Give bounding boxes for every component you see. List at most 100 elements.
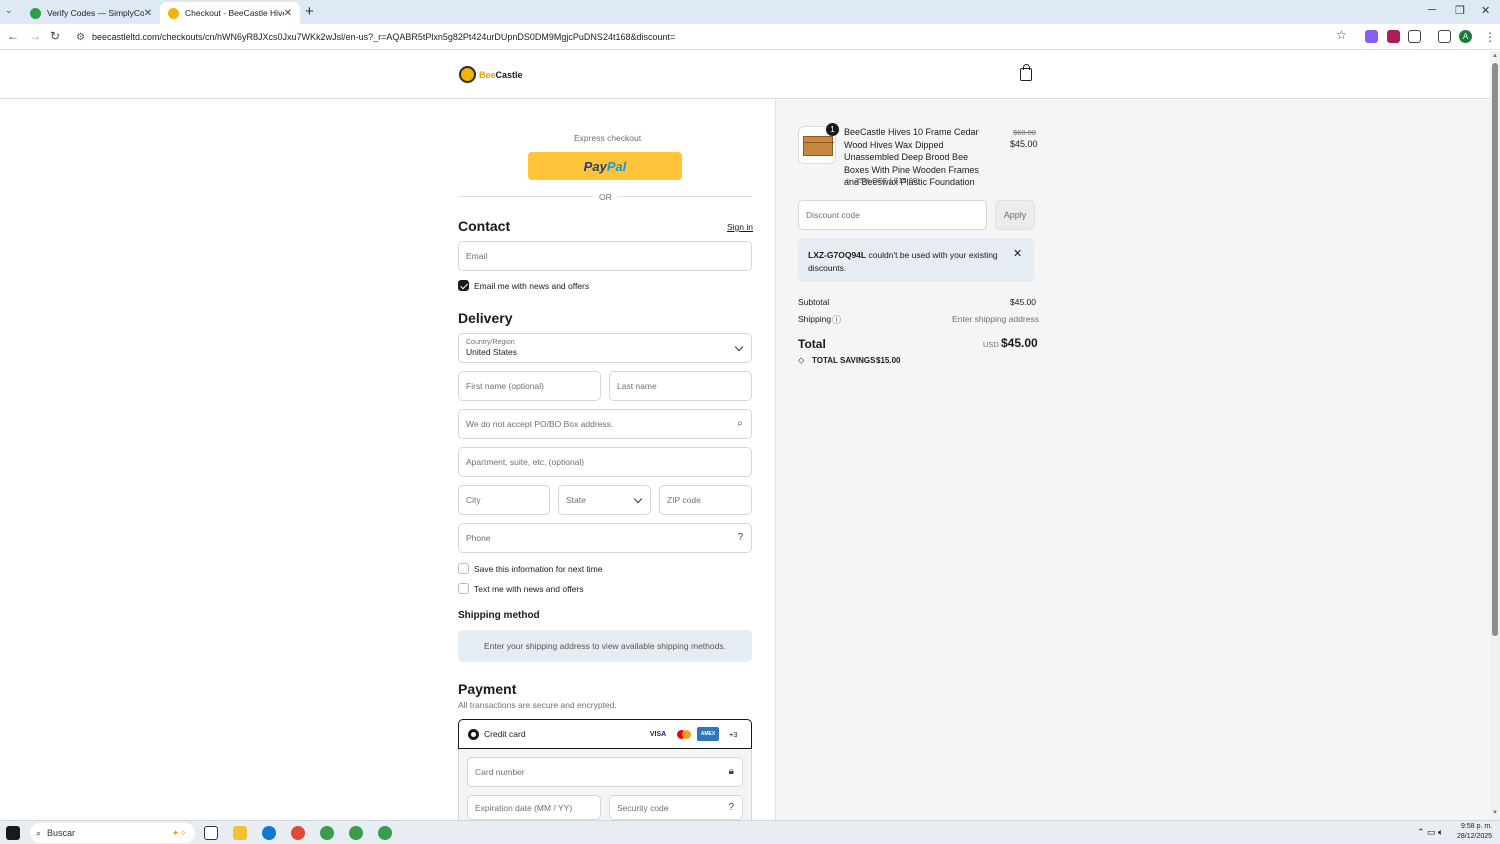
last-name-field[interactable]: Last name (609, 371, 752, 401)
save-info-checkbox[interactable] (458, 563, 469, 574)
store-logo[interactable]: Bee Castle (459, 66, 523, 83)
credit-card-label: Credit card (484, 729, 526, 739)
extensions-puzzle-icon[interactable] (1408, 30, 1421, 43)
discount-code-input[interactable]: Discount code (798, 200, 987, 230)
country-select[interactable]: Country/Region United States (458, 333, 752, 363)
lock-icon: 🔒︎ (728, 766, 734, 777)
discount-tag-icon: ⬦ (845, 176, 851, 185)
forward-arrow-icon[interactable]: → (29, 29, 41, 43)
edge-icon[interactable] (262, 826, 276, 840)
alert-message: LXZ-G7OQ94L couldn't be used with your e… (808, 249, 1008, 275)
original-price: $60.00 (1013, 128, 1036, 137)
first-name-placeholder: First name (optional) (466, 381, 544, 391)
close-tab-icon[interactable]: ✕ (284, 8, 292, 19)
email-field[interactable]: Email (458, 241, 752, 271)
payment-subtitle: All transactions are secure and encrypte… (458, 700, 617, 710)
chrome-icon[interactable] (291, 826, 305, 840)
extension-icon[interactable] (1387, 30, 1400, 43)
newsletter-checkbox[interactable] (458, 280, 469, 291)
state-select[interactable]: State (558, 485, 651, 515)
paypal-pay-text: Pay (583, 158, 607, 174)
sign-in-link[interactable]: Sign in (727, 222, 753, 232)
extension-icon[interactable] (1365, 30, 1378, 43)
savings-tag-icon: ⬦ (798, 355, 805, 365)
alert-code: LXZ-G7OQ94L (808, 250, 867, 260)
zip-field[interactable]: ZIP code (659, 485, 752, 515)
country-label: Country/Region (466, 339, 515, 346)
profile-avatar[interactable]: A (1459, 30, 1472, 43)
express-checkout-label: Express checkout (574, 133, 642, 143)
window-close-icon[interactable]: ✕ (1481, 4, 1490, 17)
phone-field[interactable]: Phone ? (458, 523, 752, 553)
logo-word-bee: Bee (479, 69, 496, 80)
browser-tab-bar: ⌄ Verify Codes — SimplyCodes ✕ Checkout … (0, 0, 1500, 24)
amex-card-icon: AMEX (697, 727, 719, 741)
chrome-profile-icon[interactable] (320, 826, 334, 840)
reload-icon[interactable]: ↻ (50, 29, 60, 43)
restore-icon[interactable]: ❐ (1455, 4, 1465, 17)
dismiss-alert-close-icon[interactable]: ✕ (1013, 247, 1022, 260)
total-value: $45.00 (1001, 336, 1038, 350)
credit-card-option[interactable]: Credit card VISA AMEX +3 (458, 719, 752, 749)
page-scrollbar[interactable]: ▲ ▼ (1490, 51, 1500, 820)
newsletter-label: Email me with news and offers (474, 281, 590, 291)
windows-start-icon[interactable] (6, 826, 20, 840)
tab-title: Verify Codes — SimplyCodes (47, 8, 144, 18)
apply-discount-button[interactable]: Apply (995, 200, 1035, 230)
minimize-icon[interactable]: ─ (1428, 4, 1436, 16)
security-code-field[interactable]: Security code ? (609, 795, 743, 820)
state-placeholder: State (566, 495, 586, 505)
shopping-bag-icon[interactable] (1020, 64, 1032, 81)
scroll-up-icon[interactable]: ▲ (1492, 53, 1498, 59)
new-tab-plus-icon[interactable]: + (305, 3, 314, 20)
tab-list-chevron-icon[interactable]: ⌄ (5, 5, 13, 16)
card-number-placeholder: Card number (475, 767, 525, 777)
store-header: Bee Castle (0, 51, 1490, 99)
clock-date: 28/12/2025 (1457, 833, 1493, 840)
chevron-down-icon (633, 494, 643, 504)
address-bar[interactable]: ⚙ beecastleltd.com/checkouts/cn/hWN6yR8J… (76, 27, 1356, 47)
or-divider-text: OR (599, 192, 612, 202)
scrollbar-thumb[interactable] (1492, 63, 1498, 636)
media-control-icon[interactable] (1438, 30, 1451, 43)
shipping-help-icon[interactable]: ⓘ (832, 313, 841, 326)
browser-toolbar: ← → ↻ ⚙ beecastleltd.com/checkouts/cn/hW… (0, 24, 1500, 50)
url-text: beecastleltd.com/checkouts/cn/hWN6yR8JXc… (91, 32, 676, 42)
site-info-icon[interactable]: ⚙ (76, 32, 85, 43)
help-circle-icon[interactable]: ? (728, 802, 734, 813)
taskbar-search[interactable]: ⌕ Buscar ✦✧ (30, 823, 195, 843)
card-number-field[interactable]: Card number 🔒︎ (467, 757, 743, 787)
browser-menu-icon[interactable]: ⋮ (1484, 30, 1496, 44)
address-placeholder: We do not accept PO/BO Box address. (466, 419, 614, 429)
tab-checkout[interactable]: Checkout - BeeCastle Hives ✕ (160, 2, 300, 24)
total-label: Total (798, 337, 826, 351)
scroll-down-icon[interactable]: ▼ (1492, 810, 1498, 816)
bee-logo-icon (459, 66, 476, 83)
zip-placeholder: ZIP code (667, 495, 701, 505)
address-field[interactable]: We do not accept PO/BO Box address. ⌕ (458, 409, 752, 439)
sparkle-icon: ✦✧ (171, 827, 187, 838)
apartment-placeholder: Apartment, suite, etc. (optional) (466, 457, 585, 467)
close-tab-icon[interactable]: ✕ (144, 8, 152, 19)
tray-icons[interactable]: ⌃ ▭ 🔈︎ (1417, 827, 1443, 838)
back-arrow-icon[interactable]: ← (7, 29, 19, 43)
security-code-placeholder: Security code (617, 802, 669, 813)
help-circle-icon[interactable]: ? (737, 532, 743, 543)
city-field[interactable]: City (458, 485, 550, 515)
product-discount-tag: 25% OFF (-$15.00) (855, 176, 920, 185)
first-name-field[interactable]: First name (optional) (458, 371, 601, 401)
paypal-button[interactable]: Pay Pal (528, 152, 682, 180)
bookmark-star-icon[interactable]: ☆ (1336, 28, 1347, 42)
credit-card-radio[interactable] (468, 729, 479, 740)
tab-simplycodes[interactable]: Verify Codes — SimplyCodes ✕ (22, 2, 160, 24)
text-me-checkbox[interactable] (458, 583, 469, 594)
file-explorer-icon[interactable] (233, 826, 247, 840)
discount-code-placeholder: Discount code (806, 210, 860, 220)
task-view-icon[interactable] (204, 826, 218, 840)
discount-error-alert: LXZ-G7OQ94L couldn't be used with your e… (798, 238, 1034, 282)
chrome-profile-icon[interactable] (349, 826, 363, 840)
apartment-field[interactable]: Apartment, suite, etc. (optional) (458, 447, 752, 477)
expiration-field[interactable]: Expiration date (MM / YY) (467, 795, 601, 820)
chrome-profile-icon[interactable] (378, 826, 392, 840)
taskbar-search-text: Buscar (47, 828, 76, 838)
